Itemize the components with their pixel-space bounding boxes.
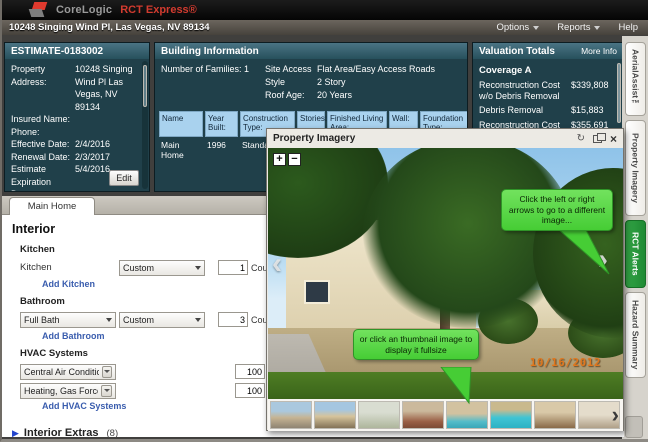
bathroom-type-select[interactable]: Custom <box>119 312 205 328</box>
expand-arrow-icon: ▶ <box>12 428 19 439</box>
rct-express-app: CoreLogic RCT Express® 10248 Singing Win… <box>0 0 648 442</box>
reports-menu[interactable]: Reports <box>557 22 600 33</box>
hvac-system1-select[interactable]: Central Air Conditioning, S <box>20 364 116 380</box>
popup-titlebar[interactable]: Property Imagery ↻ × <box>267 129 623 148</box>
tab-aerial-assist[interactable]: AerialAssist™ <box>625 42 646 116</box>
families-field: Number of Families: 1 <box>161 63 265 102</box>
refresh-icon[interactable]: ↻ <box>577 134 585 144</box>
popup-title: Property Imagery <box>273 133 355 144</box>
right-sidebar: AerialAssist™ Property Imagery RCT Alert… <box>622 36 648 440</box>
callout-arrows: Click the left or right arrows to go to … <box>501 189 613 231</box>
tab-hazard-summary[interactable]: Hazard Summary <box>625 292 646 378</box>
zoom-out-button[interactable]: − <box>288 153 301 166</box>
chevron-down-icon <box>533 26 539 30</box>
thumbnail-pool[interactable] <box>490 401 532 429</box>
chevron-down-icon <box>594 26 600 30</box>
coverage-a-label: Coverage A <box>479 65 617 76</box>
hvac-system2-select[interactable]: Heating, Gas Forced Air <box>20 383 116 399</box>
col-name: Name <box>159 111 203 137</box>
site-access-field: Site Access Flat Area/Easy Access Roads <box>265 63 435 76</box>
select-arrow-icon <box>106 318 112 322</box>
brand-name: CoreLogic <box>56 4 112 16</box>
building-info-title: Building Information <box>155 43 467 59</box>
renewal-date-row: Renewal Date: 2/3/2017 <box>11 151 143 164</box>
phone-row: Phone: <box>11 126 143 139</box>
hvac-system1-percent-input[interactable] <box>235 364 265 379</box>
thumbnail-patio-furniture[interactable] <box>534 401 576 429</box>
tab-property-imagery[interactable]: Property Imagery <box>625 120 646 216</box>
style-field: Style 2 Story <box>265 76 435 89</box>
tab-rct-alerts[interactable]: RCT Alerts <box>625 220 646 288</box>
valuation-row: Debris Removal $15,883 <box>479 105 617 116</box>
roof-age-field: Roof Age: 20 Years <box>265 89 435 102</box>
kitchen-row-label: Kitchen <box>20 262 119 273</box>
thumbnail-street-view[interactable] <box>270 401 312 429</box>
select-arrow-icon <box>195 266 201 270</box>
estimate-panel-title: ESTIMATE-0183002 <box>5 43 149 59</box>
bathroom-count-input[interactable] <box>218 312 248 327</box>
close-icon[interactable]: × <box>610 134 617 144</box>
corelogic-logo-icon <box>30 2 50 18</box>
thumbnail-covered-patio[interactable]: › <box>578 401 620 429</box>
menubar: 10248 Singing Wind Pl, Las Vegas, NV 891… <box>2 20 648 35</box>
app-header: CoreLogic RCT Express® <box>2 0 648 20</box>
property-imagery-popup: Property Imagery ↻ × <box>266 128 624 431</box>
bathroom-name-select[interactable]: Full Bath <box>20 312 116 328</box>
valuation-row: Reconstruction Cost w/o Debris Removal $… <box>479 80 617 101</box>
thumbnail-house-side[interactable] <box>358 401 400 429</box>
thumbnail-house-front[interactable] <box>314 401 356 429</box>
popout-icon[interactable] <box>593 135 602 143</box>
zoom-in-button[interactable]: + <box>273 153 286 166</box>
kitchen-count-input[interactable] <box>218 260 248 275</box>
photo-date-stamp: 10/16/2012 <box>530 356 601 369</box>
select-arrow-icon <box>195 318 201 322</box>
property-address-row: Property Address: 10248 Singing Wind Pl … <box>11 63 143 113</box>
prev-image-arrow[interactable]: ‹ <box>272 250 282 278</box>
valuation-totals-title: Valuation Totals <box>479 46 555 57</box>
effective-date-row: Effective Date: 2/4/2016 <box>11 138 143 151</box>
more-info-link[interactable]: More Info <box>581 46 617 56</box>
select-arrow-icon <box>101 385 112 397</box>
thumbnail-next-arrow[interactable]: › <box>612 404 619 426</box>
options-menu[interactable]: Options <box>496 22 539 33</box>
product-name: RCT Express® <box>120 4 197 16</box>
sidebar-scrollbar[interactable] <box>625 416 643 438</box>
edit-button[interactable]: Edit <box>109 170 139 186</box>
help-menu[interactable]: Help <box>618 22 638 33</box>
property-address-label: 10248 Singing Wind Pl, Las Vegas, NV 891… <box>9 22 210 33</box>
select-arrow-icon <box>102 366 112 378</box>
callout-thumbnails: or click an thumbnail image to display i… <box>353 329 479 360</box>
insured-name-row: Insured Name: <box>11 113 143 126</box>
tab-main-home[interactable]: Main Home <box>9 197 95 215</box>
kitchen-type-select[interactable]: Custom <box>119 260 205 276</box>
callout-arrows-tail <box>555 228 613 278</box>
estimate-panel: ESTIMATE-0183002 Property Address: 10248… <box>4 42 150 192</box>
thumbnail-backyard-pool[interactable] <box>446 401 488 429</box>
thumbnail-backyard-patio[interactable] <box>402 401 444 429</box>
col-year-built: Year Built: <box>205 111 238 137</box>
callout-thumbnails-tail <box>435 367 481 405</box>
estimate-panel-scrollbar[interactable] <box>142 61 148 189</box>
hvac-system2-percent-input[interactable] <box>235 383 265 398</box>
